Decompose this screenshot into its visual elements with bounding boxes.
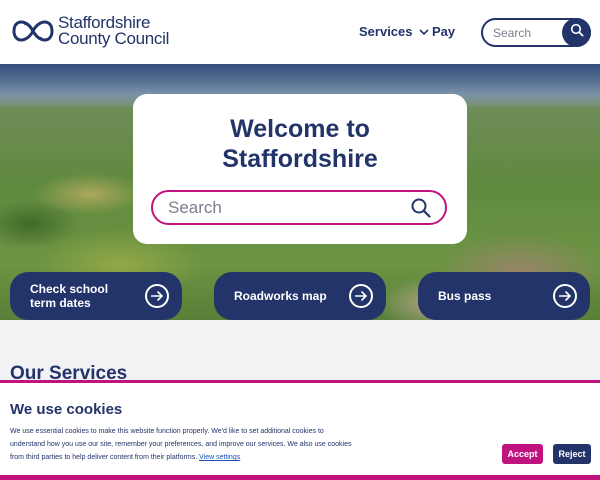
hero-title-line1: Welcome to — [230, 115, 370, 143]
arrow-right-circle-icon — [145, 284, 169, 308]
search-icon[interactable] — [410, 197, 432, 224]
cookie-text: We use essential cookies to make this we… — [10, 425, 360, 464]
hero-title: Welcome to Staffordshire — [133, 114, 467, 174]
view-settings-link[interactable]: View settings — [199, 454, 240, 461]
quick-link-bus-pass[interactable]: Bus pass — [418, 272, 590, 320]
quick-link-label: Check school term dates — [30, 282, 109, 310]
header-search — [481, 18, 591, 47]
arrow-right-circle-icon — [349, 284, 373, 308]
site-header: Staffordshire County Council Services Pa… — [0, 0, 600, 64]
stafford-knot-icon — [12, 15, 54, 47]
arrow-right-circle-icon — [553, 284, 577, 308]
hero-title-line2: Staffordshire — [222, 145, 378, 173]
hero-card: Welcome to Staffordshire — [133, 94, 467, 244]
cookie-banner: We use cookies We use essential cookies … — [0, 380, 600, 480]
site-name: Staffordshire County Council — [58, 14, 170, 48]
header-search-input[interactable] — [493, 24, 563, 42]
cookie-description: We use essential cookies to make this we… — [10, 428, 352, 461]
quick-link-label: Bus pass — [438, 289, 492, 303]
nav-services[interactable]: Services — [359, 24, 429, 39]
header-search-button[interactable] — [562, 18, 591, 47]
cookie-title: We use cookies — [10, 401, 123, 418]
quick-link-roadworks-map[interactable]: Roadworks map — [214, 272, 386, 320]
site-name-line2: County Council — [58, 29, 170, 48]
reject-cookies-button[interactable]: Reject — [553, 444, 591, 464]
quick-link-school-term-dates[interactable]: Check school term dates — [10, 272, 182, 320]
chevron-down-icon — [418, 24, 429, 39]
cookie-banner-bottom-border — [0, 475, 600, 480]
accept-cookies-button[interactable]: Accept — [502, 444, 543, 464]
nav-pay[interactable]: Pay — [432, 24, 455, 39]
site-logo[interactable]: Staffordshire County Council — [12, 14, 170, 48]
search-icon — [570, 23, 584, 42]
nav-services-label: Services — [359, 24, 413, 39]
hero-search — [151, 190, 447, 225]
hero-search-input[interactable] — [168, 198, 398, 218]
quick-link-label: Roadworks map — [234, 289, 327, 303]
